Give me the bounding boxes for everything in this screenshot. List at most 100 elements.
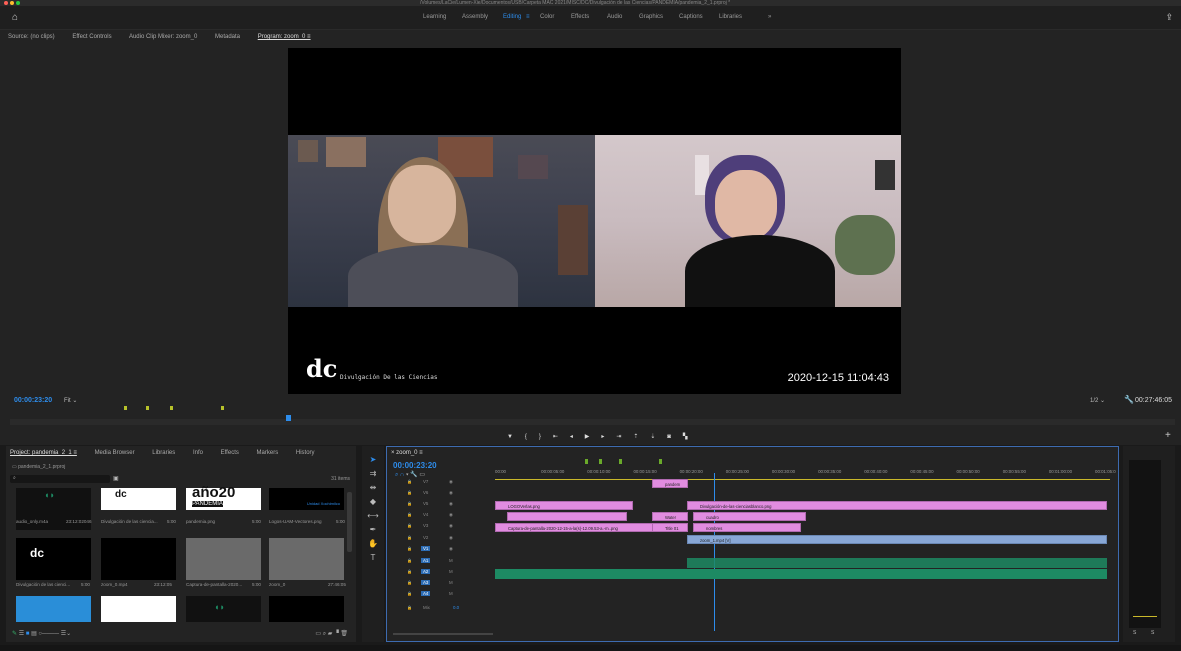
- tab-project[interactable]: Project: pandemia_2_1 ≡: [10, 450, 77, 456]
- track-header[interactable]: V2 🔒 ◉: [391, 535, 491, 545]
- lock-icon[interactable]: 🔒: [407, 569, 412, 574]
- resolution-dropdown[interactable]: 1/2 ⌄: [1090, 397, 1105, 404]
- track-header[interactable]: A1 🔒 M: [391, 558, 491, 568]
- go-to-out-icon[interactable]: ⇥: [616, 433, 621, 440]
- tab-history[interactable]: History: [296, 450, 315, 456]
- thumb-pandemia[interactable]: año20 PANDEMIA: [186, 484, 261, 510]
- project-search-input[interactable]: ⌕: [10, 475, 110, 483]
- more-workspaces-icon[interactable]: »: [768, 14, 771, 20]
- lock-icon[interactable]: 🔒: [407, 591, 412, 596]
- freeform-view-icon[interactable]: ▤: [31, 631, 37, 637]
- tab-sequence[interactable]: × zoom_0 ≡: [391, 450, 423, 456]
- wrench-icon[interactable]: 🔧: [1124, 395, 1134, 404]
- pen-tool-icon[interactable]: ✒: [367, 524, 379, 536]
- eye-icon[interactable]: ◉: [449, 535, 453, 541]
- home-icon[interactable]: ⌂: [12, 12, 18, 23]
- timeline-vertical-scrollbar[interactable]: [1107, 481, 1113, 631]
- tab-metadata[interactable]: Metadata: [215, 34, 240, 40]
- slip-tool-icon[interactable]: ⟷: [367, 510, 379, 522]
- playhead[interactable]: [286, 415, 291, 421]
- track-header[interactable]: V1 🔒 ◉: [391, 546, 491, 556]
- add-button-icon[interactable]: +: [1165, 430, 1171, 441]
- solo-right-button[interactable]: S: [1151, 630, 1154, 636]
- tab-program[interactable]: Program: zoom_0 ≡: [258, 34, 311, 40]
- eye-icon[interactable]: ◉: [449, 512, 453, 518]
- clip-logo[interactable]: LOGOVerlas.png: [495, 501, 633, 510]
- workspace-graphics[interactable]: Graphics: [639, 14, 663, 20]
- new-folder-icon[interactable]: ▰: [328, 631, 333, 637]
- clip-captura[interactable]: Captura-de-pantalla-2020-12-15-a-la(s)-1…: [495, 523, 653, 532]
- workspace-editing[interactable]: Editing: [503, 14, 521, 20]
- lift-icon[interactable]: ⇡: [633, 433, 638, 440]
- workspace-menu-icon[interactable]: ≡: [526, 14, 530, 20]
- thumb-audio-2[interactable]: ◖◗: [186, 596, 261, 622]
- ripple-edit-tool-icon[interactable]: ⇹: [367, 482, 379, 494]
- clip-cuadro[interactable]: cuadro: [693, 512, 806, 521]
- thumb-round-logo[interactable]: [101, 596, 176, 622]
- program-video-frame[interactable]: dc Divulgación De las Ciencias 2020-12-1…: [288, 48, 901, 394]
- extract-icon[interactable]: ⇣: [650, 433, 655, 440]
- pencil-icon[interactable]: ✎: [12, 631, 17, 637]
- linked-icon[interactable]: ∩: [400, 472, 404, 478]
- tab-source[interactable]: Source: (no clips): [8, 34, 55, 40]
- tab-libraries[interactable]: Libraries: [152, 450, 175, 456]
- camera-icon[interactable]: ◙: [667, 434, 671, 440]
- thumb-logos-uam[interactable]: Unidad Xochimilco: [269, 488, 344, 510]
- track-header[interactable]: V4 🔒 ◉: [391, 512, 491, 522]
- list-view-icon[interactable]: ☰: [19, 631, 24, 637]
- workspace-audio[interactable]: Audio: [607, 14, 622, 20]
- workspace-assembly[interactable]: Assembly: [462, 14, 488, 20]
- share-icon[interactable]: ⇪: [1165, 12, 1173, 23]
- work-area-bar[interactable]: [495, 479, 1110, 480]
- lock-icon[interactable]: 🔒: [407, 501, 412, 506]
- new-bin-icon[interactable]: ▣: [113, 475, 119, 482]
- mark-out-icon[interactable]: }: [539, 434, 541, 440]
- mark-in-icon[interactable]: {: [525, 434, 527, 440]
- close-window-button[interactable]: [4, 1, 8, 5]
- step-back-icon[interactable]: ◂: [570, 433, 573, 440]
- mute-icon[interactable]: M: [449, 580, 453, 585]
- clip-images-stack[interactable]: [507, 512, 627, 521]
- marker-icon[interactable]: ▾: [406, 472, 409, 478]
- razor-tool-icon[interactable]: ◆: [367, 496, 379, 508]
- thumb-black[interactable]: [269, 596, 344, 622]
- thumb-clouds[interactable]: [16, 596, 91, 622]
- icon-view-icon[interactable]: ■: [26, 631, 30, 637]
- eye-icon[interactable]: ◉: [449, 523, 453, 529]
- clip-audio-a2[interactable]: [495, 569, 1107, 579]
- go-to-in-icon[interactable]: ⇤: [553, 433, 558, 440]
- program-scrubber[interactable]: [10, 415, 1175, 425]
- clip-nombres[interactable]: nombres: [693, 523, 801, 532]
- fit-dropdown[interactable]: Fit ⌄: [64, 397, 77, 404]
- lock-icon[interactable]: 🔒: [407, 558, 412, 563]
- workspace-learning[interactable]: Learning: [423, 14, 446, 20]
- find-icon[interactable]: ⌕: [323, 631, 326, 637]
- lock-icon[interactable]: 🔒: [407, 523, 412, 528]
- wrench-icon[interactable]: 🔧: [410, 472, 417, 478]
- clip-zoom-video[interactable]: zoom_1.mp4 [V]: [687, 535, 1107, 544]
- tab-media-browser[interactable]: Media Browser: [95, 450, 135, 456]
- lock-icon[interactable]: 🔒: [407, 490, 412, 495]
- tab-markers[interactable]: Markers: [257, 450, 279, 456]
- mute-icon[interactable]: M: [449, 591, 453, 596]
- clip-water[interactable]: Water: [652, 512, 688, 521]
- solo-left-button[interactable]: S: [1133, 630, 1136, 636]
- lock-icon[interactable]: 🔒: [407, 580, 412, 585]
- project-scrollbar[interactable]: [347, 492, 352, 552]
- lock-icon[interactable]: 🔒: [407, 605, 412, 610]
- track-select-tool-icon[interactable]: ⇉: [367, 468, 379, 480]
- track-header[interactable]: A4 🔒 M: [391, 591, 491, 601]
- zoom-window-button[interactable]: [16, 1, 20, 5]
- tab-audio-clip-mixer[interactable]: Audio Clip Mixer: zoom_0: [129, 34, 197, 40]
- compare-icon[interactable]: ▚: [683, 433, 688, 440]
- clip-title01[interactable]: Title 01: [652, 523, 688, 532]
- captions-icon[interactable]: ▭: [419, 472, 425, 478]
- mute-icon[interactable]: M: [449, 558, 453, 563]
- mute-icon[interactable]: M: [449, 569, 453, 574]
- timeline-zoom-scrollbar[interactable]: [393, 633, 493, 637]
- track-header[interactable]: A3 🔒 M: [391, 580, 491, 590]
- type-tool-icon[interactable]: T: [367, 552, 379, 564]
- snap-icon[interactable]: ⌕: [395, 472, 398, 478]
- track-header[interactable]: V6 🔒 ◉: [391, 490, 491, 500]
- timeline-playhead[interactable]: [714, 473, 715, 631]
